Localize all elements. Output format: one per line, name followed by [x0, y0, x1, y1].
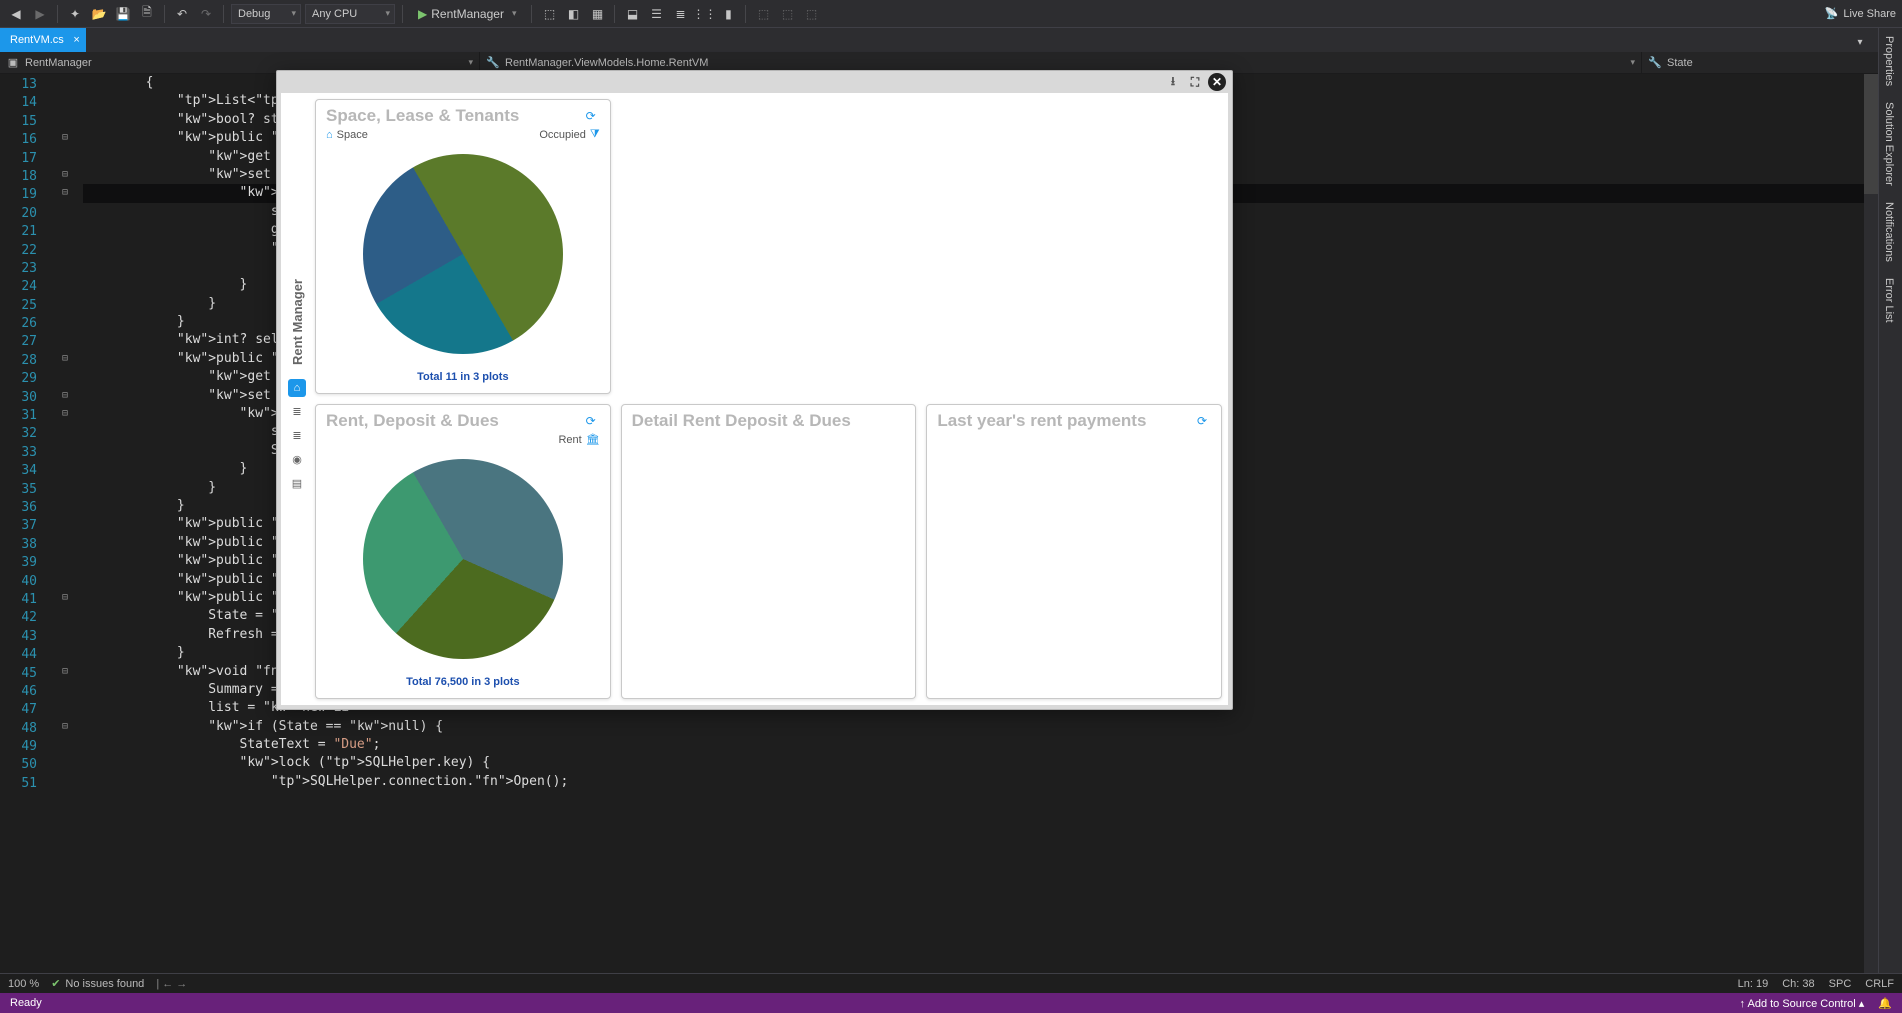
- new-item-icon[interactable]: ✦: [65, 4, 85, 24]
- tab-overflow-icon[interactable]: ▾: [1850, 32, 1870, 52]
- card-right-label: Rent: [558, 434, 581, 446]
- save-icon[interactable]: 💾: [113, 4, 133, 24]
- sidebar-db-icon[interactable]: ≣: [288, 403, 306, 421]
- sidebar-report-icon[interactable]: ▤: [288, 475, 306, 493]
- tab-rentvm[interactable]: RentVM.cs ×: [0, 28, 86, 52]
- solution-platform-combo[interactable]: Any CPU: [305, 4, 395, 24]
- tool-icon-4[interactable]: ⬓: [622, 4, 642, 24]
- pie-chart-rent: [363, 459, 563, 659]
- caret-col: Ch: 38: [1782, 978, 1814, 990]
- refresh-icon[interactable]: ⟳: [582, 412, 600, 430]
- refresh-icon[interactable]: ⟳: [582, 107, 600, 125]
- building-icon[interactable]: 🏛: [586, 433, 600, 446]
- tool-icon-1[interactable]: ⬚: [539, 4, 559, 24]
- undo-icon[interactable]: ↶: [172, 4, 192, 24]
- nav-member-combo[interactable]: 🔧 State: [1642, 52, 1902, 74]
- card-right-label: Occupied: [539, 129, 585, 141]
- refresh-icon[interactable]: ⟳: [1193, 412, 1211, 430]
- panel-error-list[interactable]: Error List: [1879, 270, 1899, 331]
- panel-notifications[interactable]: Notifications: [1879, 194, 1899, 270]
- line-number-gutter: 1314151617181920212223242526272829303132…: [0, 74, 55, 973]
- tool-icon-3[interactable]: ▦: [587, 4, 607, 24]
- sidebar-home-icon[interactable]: ⌂: [288, 379, 306, 397]
- line-ending[interactable]: CRLF: [1865, 978, 1894, 990]
- card-title: Space, Lease & Tenants: [326, 106, 582, 126]
- card-left-label: Space: [337, 129, 368, 141]
- card-footer: Total 76,500 in 3 plots: [326, 672, 600, 692]
- home-icon: ⌂: [326, 129, 333, 141]
- card-space-lease-tenants: Space, Lease & Tenants ⟳ ⌂ Space Occupied…: [315, 99, 611, 394]
- nav-back-icon[interactable]: ◀: [6, 4, 26, 24]
- start-debug-button[interactable]: ▶RentManager: [410, 3, 524, 25]
- live-share-label: Live Share: [1843, 8, 1896, 20]
- source-control-label: Add to Source Control: [1747, 998, 1855, 1010]
- card-title: Detail Rent Deposit & Dues: [632, 411, 906, 431]
- nav-type-label: RentManager.ViewModels.Home.RentVM: [505, 57, 708, 69]
- sidebar-camera-icon[interactable]: ◉: [288, 451, 306, 469]
- zoom-level[interactable]: 100 %: [8, 978, 39, 990]
- panel-properties[interactable]: Properties: [1879, 28, 1899, 94]
- issues-label: No issues found: [65, 978, 144, 990]
- nav-fwd-icon[interactable]: ▶: [30, 4, 50, 24]
- tool-icon-10[interactable]: ⬚: [777, 4, 797, 24]
- dashboard-download-icon[interactable]: ⭳: [1164, 73, 1182, 91]
- class-icon: 🔧: [486, 56, 500, 70]
- notifications-icon[interactable]: 🔔: [1878, 997, 1892, 1010]
- tool-icon-9[interactable]: ⬚: [753, 4, 773, 24]
- right-tool-tabs: Properties Solution Explorer Notificatio…: [1878, 28, 1902, 973]
- upload-icon: ↑: [1740, 998, 1746, 1010]
- scrollbar-thumb[interactable]: [1864, 74, 1878, 194]
- editor-statusbar: 100 % ✔ No issues found | ← → Ln: 19 Ch: …: [0, 973, 1902, 993]
- live-share-icon: 📡: [1825, 7, 1839, 20]
- card-rent-deposit-dues: Rent, Deposit & Dues ⟳ Rent 🏛 Total 76,50…: [315, 404, 611, 699]
- tool-icon-11[interactable]: ⬚: [801, 4, 821, 24]
- solution-config-combo[interactable]: Debug: [231, 4, 301, 24]
- project-icon: ▣: [6, 56, 20, 70]
- start-debug-label: RentManager: [431, 7, 504, 21]
- fold-gutter[interactable]: ⊟⊟⊟⊟⊟⊟⊟⊟⊟: [55, 74, 75, 973]
- dashboard-close-icon[interactable]: ✕: [1208, 73, 1226, 91]
- tool-icon-5[interactable]: ☰: [646, 4, 666, 24]
- dashboard-fullscreen-icon[interactable]: ⛶: [1186, 73, 1204, 91]
- nav-scope-label: RentManager: [25, 57, 92, 69]
- nav-arrows[interactable]: | ← →: [156, 978, 187, 990]
- property-icon: 🔧: [1648, 56, 1662, 70]
- tool-icon-2[interactable]: ◧: [563, 4, 583, 24]
- live-share-button[interactable]: 📡 Live Share: [1825, 7, 1896, 20]
- tool-icon-6[interactable]: ≣: [670, 4, 690, 24]
- scrollbar-map[interactable]: [1864, 74, 1878, 973]
- main-toolbar: ◀ ▶ ✦ 📂 💾 🗎 ↶ ↷ Debug Any CPU ▶RentManag…: [0, 0, 1902, 28]
- tab-label: RentVM.cs: [10, 34, 64, 46]
- save-all-icon[interactable]: 🗎: [137, 4, 157, 24]
- redo-icon[interactable]: ↷: [196, 4, 216, 24]
- sidebar-db2-icon[interactable]: ≣: [288, 427, 306, 445]
- open-file-icon[interactable]: 📂: [89, 4, 109, 24]
- card-title: Rent, Deposit & Dues: [326, 411, 582, 431]
- ide-statusbar: Ready ↑ Add to Source Control ▴ 🔔: [0, 993, 1902, 1013]
- caret-line: Ln: 19: [1738, 978, 1769, 990]
- card-detail-rent: Detail Rent Deposit & Dues: [621, 404, 917, 699]
- card-title: Last year's rent payments: [937, 411, 1193, 431]
- nav-member-label: State: [1667, 57, 1693, 69]
- tool-icon-7[interactable]: ⋮⋮: [694, 4, 714, 24]
- tool-icon-8[interactable]: ▮: [718, 4, 738, 24]
- issues-indicator[interactable]: ✔ No issues found: [51, 977, 144, 990]
- dashboard-window: ⭳ ⛶ ✕ Rent Manager ⌂ ≣ ≣ ◉ ▤ Space, Leas…: [276, 70, 1233, 710]
- add-source-control[interactable]: ↑ Add to Source Control ▴: [1740, 997, 1865, 1010]
- indent-mode[interactable]: SPC: [1829, 978, 1852, 990]
- pie-chart-space: [363, 154, 563, 354]
- card-footer: Total 11 in 3 plots: [326, 367, 600, 387]
- panel-solution-explorer[interactable]: Solution Explorer: [1879, 94, 1899, 194]
- status-ready: Ready: [10, 997, 42, 1009]
- dashboard-sidebar: Rent Manager ⌂ ≣ ≣ ◉ ▤: [287, 99, 307, 699]
- document-tabstrip: RentVM.cs × ▾ ✦: [0, 28, 1902, 52]
- tab-close-icon[interactable]: ×: [73, 34, 79, 46]
- card-last-year: Last year's rent payments ⟳: [926, 404, 1222, 699]
- dashboard-titlebar: ⭳ ⛶ ✕: [277, 71, 1232, 93]
- filter-icon[interactable]: ⧩: [590, 128, 600, 141]
- check-icon: ✔: [51, 977, 60, 990]
- dashboard-app-label: Rent Manager: [290, 279, 305, 365]
